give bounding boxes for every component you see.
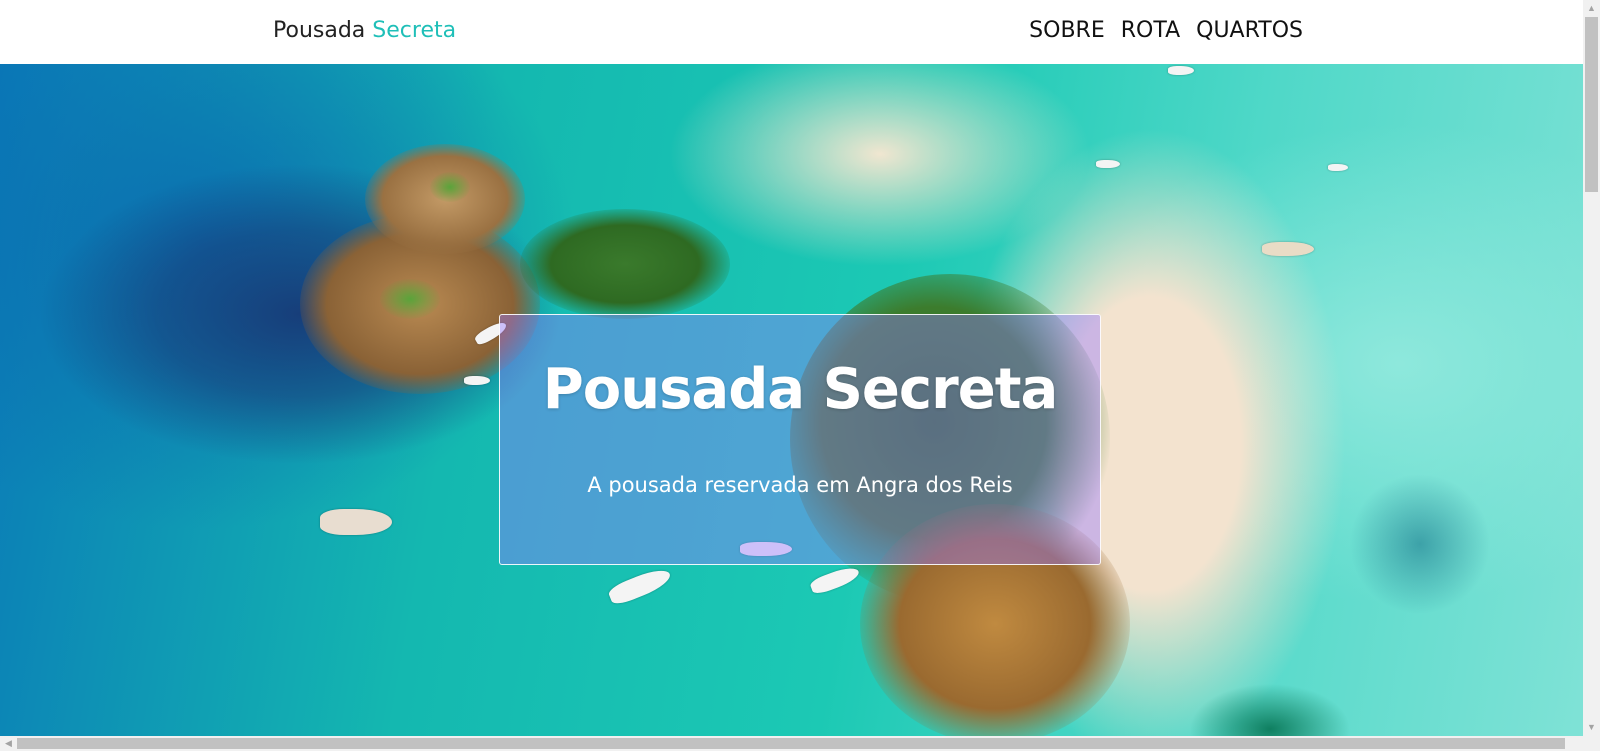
boat xyxy=(1262,242,1314,256)
horizontal-scrollbar-thumb[interactable] xyxy=(17,738,1565,749)
scroll-up-arrow-icon[interactable]: ▲ xyxy=(1583,0,1600,17)
brand-name-accent: Secreta xyxy=(372,18,457,43)
hero-title: Pousada Secreta xyxy=(542,357,1059,422)
scroll-down-arrow-icon[interactable]: ▼ xyxy=(1583,719,1600,736)
island-vegetation xyxy=(380,279,440,319)
boat xyxy=(1328,164,1348,171)
nav-link-sobre[interactable]: SOBRE xyxy=(1029,18,1105,43)
horizontal-scrollbar[interactable]: ◀ xyxy=(0,736,1600,751)
nav-link-rota[interactable]: ROTA xyxy=(1121,18,1180,43)
brand-name: Pousada xyxy=(273,18,366,43)
hero-subtitle: A pousada reservada em Angra dos Reis xyxy=(587,473,1013,497)
boat xyxy=(1168,66,1194,75)
boat xyxy=(1096,160,1120,168)
boat xyxy=(320,509,392,535)
island-vegetation xyxy=(520,209,730,319)
vertical-scrollbar-thumb[interactable] xyxy=(1585,17,1598,192)
boat xyxy=(808,563,862,597)
island-vegetation xyxy=(430,172,470,202)
boat xyxy=(606,564,674,608)
nav-link-quartos[interactable]: QUARTOS xyxy=(1196,18,1303,43)
vertical-scrollbar[interactable]: ▲ ▼ xyxy=(1583,0,1600,736)
hero-background-image: Pousada Secreta A pousada reservada em A… xyxy=(0,64,1583,736)
hero-card: Pousada Secreta A pousada reservada em A… xyxy=(499,314,1101,565)
scroll-left-arrow-icon[interactable]: ◀ xyxy=(0,736,17,751)
navbar: Pousada Secreta SOBRE ROTA QUARTOS xyxy=(0,0,1583,64)
boat xyxy=(464,376,490,385)
nav-menu: SOBRE ROTA QUARTOS xyxy=(1029,18,1303,43)
brand-logo-link[interactable]: Pousada Secreta xyxy=(273,18,456,43)
